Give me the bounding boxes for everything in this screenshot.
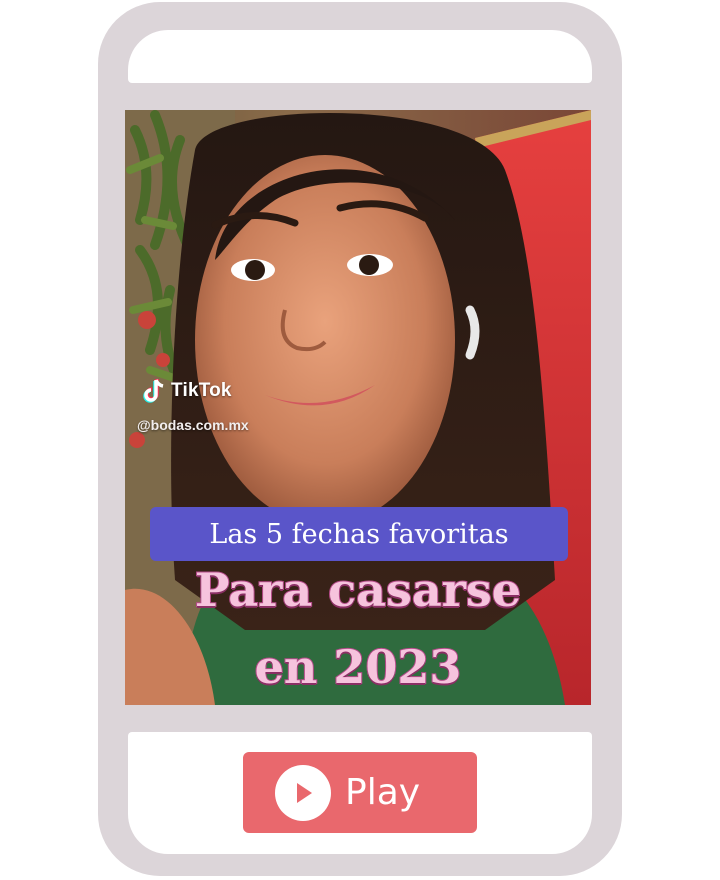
video-thumbnail[interactable]: TikTok @bodas.com.mx Las 5 fechas favori…	[125, 110, 591, 705]
caption-text: Las 5 fechas favoritas	[209, 518, 509, 550]
video-card: TikTok @bodas.com.mx Las 5 fechas favori…	[0, 0, 720, 880]
tiktok-watermark: TikTok	[141, 378, 232, 404]
play-icon	[275, 764, 331, 821]
tiktok-logo-icon	[143, 379, 164, 403]
play-button[interactable]: Play	[243, 752, 477, 833]
tiktok-handle: @bodas.com.mx	[137, 417, 249, 433]
play-label: Play	[345, 772, 421, 813]
phone-top-bezel	[128, 30, 592, 83]
tiktok-brand-text: TikTok	[171, 380, 232, 401]
headline-line-2: en 2023	[254, 639, 463, 695]
headline-line-1: Para casarse	[194, 562, 522, 618]
caption-box: Las 5 fechas favoritas	[150, 507, 568, 561]
